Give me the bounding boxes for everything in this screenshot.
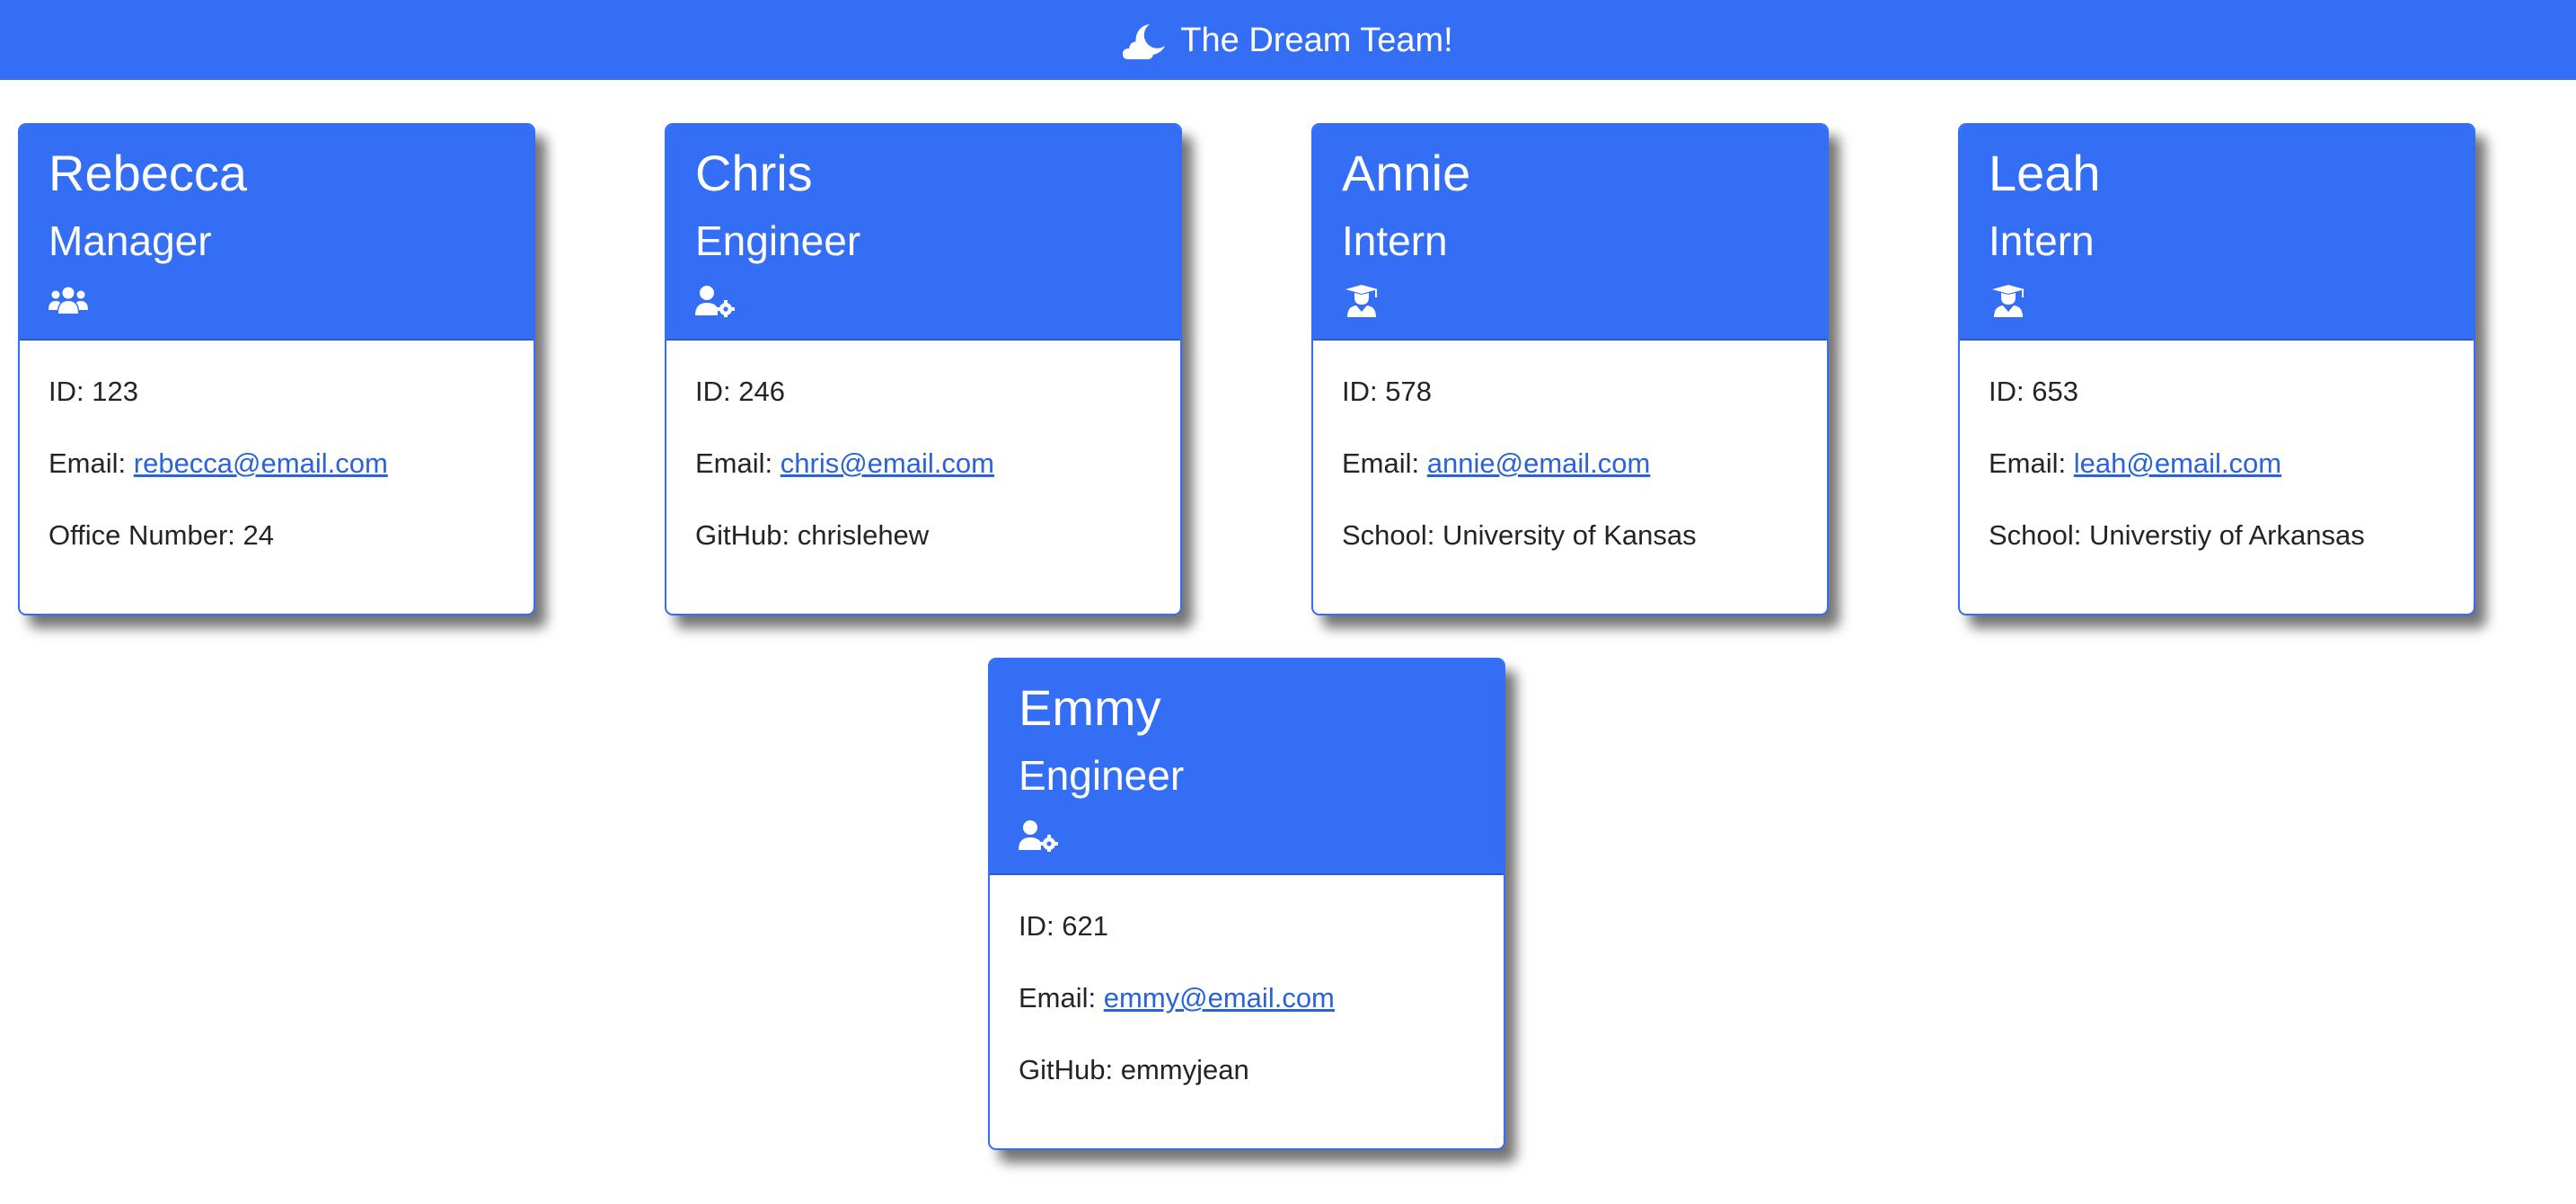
card-body: ID: 578 Email: annie@email.com School: U… [1313, 341, 1827, 553]
employee-email: Email: leah@email.com [1989, 447, 2282, 480]
employee-name: Rebecca [49, 145, 248, 201]
employee-name: Leah [1989, 145, 2101, 201]
card-header: Leah Intern [1960, 125, 2474, 341]
card-body: ID: 621 Email: emmy@email.com GitHub: em… [990, 875, 1504, 1087]
user-gear-icon [1019, 819, 1058, 852]
user-gear-icon [695, 285, 735, 317]
team-grid: Rebecca Manager ID: 123 Email: rebecca@e… [0, 80, 2576, 1204]
employee-name: Emmy [1019, 679, 1161, 736]
email-link[interactable]: emmy@email.com [1104, 982, 1335, 1014]
navbar: The Dream Team! [0, 0, 2576, 80]
employee-name: Chris [695, 145, 813, 201]
users-icon [49, 285, 88, 317]
card-header: Annie Intern [1313, 125, 1827, 341]
employee-id: ID: 123 [49, 376, 138, 407]
employee-card: Rebecca Manager ID: 123 Email: rebecca@e… [18, 123, 535, 615]
card-header: Emmy Engineer [990, 660, 1504, 875]
card-body: ID: 246 Email: chris@email.com GitHub: c… [666, 341, 1180, 553]
employee-id: ID: 653 [1989, 376, 2078, 407]
card-body: ID: 123 Email: rebecca@email.com Office … [20, 341, 534, 553]
employee-email: Email: annie@email.com [1342, 447, 1651, 480]
page-title: The Dream Team! [1180, 22, 1453, 59]
cloud-moon-icon [1123, 23, 1166, 59]
email-link[interactable]: rebecca@email.com [134, 447, 388, 479]
email-link[interactable]: annie@email.com [1427, 447, 1651, 479]
employee-role: Intern [1342, 217, 1448, 264]
employee-email: Email: emmy@email.com [1019, 982, 1335, 1014]
employee-card: Emmy Engineer ID: 621 Email: emmy@email.… [988, 658, 1505, 1150]
employee-github: GitHub: chrislehew [695, 519, 930, 552]
card-body: ID: 653 Email: leah@email.com School: Un… [1960, 341, 2474, 553]
employee-email: Email: chris@email.com [695, 447, 994, 480]
employee-id: ID: 246 [695, 376, 785, 407]
employee-role: Intern [1989, 217, 2095, 264]
employee-school: School: University of Kansas [1342, 519, 1697, 552]
employee-role: Manager [49, 217, 212, 264]
employee-card: Annie Intern ID: 578 Email: annie@email.… [1311, 123, 1829, 615]
employee-card: Leah Intern ID: 653 Email: leah@email.co… [1958, 123, 2475, 615]
employee-card: Chris Engineer ID: 246 Email: chris@emai… [665, 123, 1182, 615]
employee-office-number: Office Number: 24 [49, 519, 274, 552]
card-header: Chris Engineer [666, 125, 1180, 341]
email-link[interactable]: chris@email.com [781, 447, 994, 479]
employee-email: Email: rebecca@email.com [49, 447, 388, 480]
employee-name: Annie [1342, 145, 1471, 201]
employee-id: ID: 621 [1019, 910, 1108, 942]
employee-role: Engineer [1019, 752, 1185, 799]
employee-id: ID: 578 [1342, 376, 1432, 407]
email-link[interactable]: leah@email.com [2074, 447, 2281, 479]
employee-github: GitHub: emmyjean [1019, 1054, 1249, 1086]
user-graduate-icon [1342, 285, 1381, 317]
employee-school: School: Universtiy of Arkansas [1989, 519, 2365, 552]
employee-role: Engineer [695, 217, 861, 264]
card-header: Rebecca Manager [20, 125, 534, 341]
user-graduate-icon [1989, 285, 2028, 317]
